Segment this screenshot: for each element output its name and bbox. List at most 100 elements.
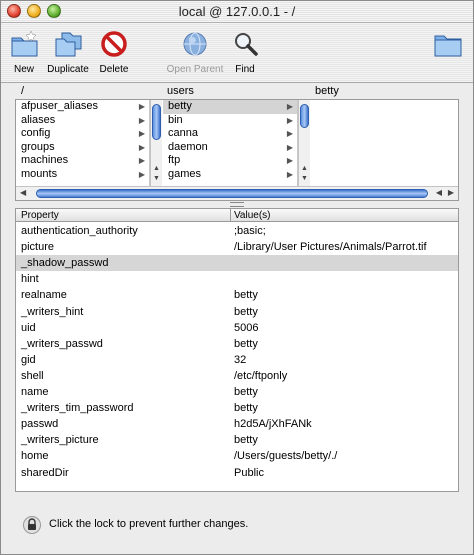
list-item-label: games	[168, 167, 202, 180]
table-row[interactable]: picture/Library/User Pictures/Animals/Pa…	[16, 239, 458, 255]
list-item-label: groups	[21, 140, 55, 153]
table-row[interactable]: realname betty	[16, 287, 458, 303]
property-value[interactable]: betty	[234, 336, 258, 352]
list-item[interactable]: daemon ▶	[163, 141, 297, 155]
find-button[interactable]: Find	[230, 29, 260, 75]
delete-button[interactable]: Delete	[97, 29, 131, 75]
table-row[interactable]: hint	[16, 271, 458, 287]
disclosure-arrow-icon: ▶	[138, 115, 145, 125]
column-header-values[interactable]: Value(s)	[234, 210, 271, 221]
scroll-thumb[interactable]	[300, 104, 309, 128]
property-value[interactable]: /Library/User Pictures/Animals/Parrot.ti…	[234, 239, 427, 255]
browser-header-betty: betty	[315, 85, 339, 97]
list-item[interactable]: canna ▶	[163, 127, 297, 141]
table-row[interactable]: _writers_passwd betty	[16, 336, 458, 352]
table-row[interactable]: uid 5006	[16, 320, 458, 336]
table-row[interactable]: home/Users/guests/betty/./	[16, 448, 458, 464]
property-name: authentication_authority	[21, 225, 138, 237]
list-item[interactable]: machines ▶	[16, 154, 149, 168]
property-name: name	[21, 386, 49, 398]
list-item-label: ftp	[168, 154, 181, 167]
globe-icon	[183, 32, 207, 56]
browser-path-header: / users betty	[15, 84, 459, 99]
scroll-thumb[interactable]	[152, 104, 161, 140]
open-parent-button[interactable]: Open Parent	[165, 29, 225, 75]
title-bar[interactable]: local @ 127.0.0.1 - /	[1, 1, 473, 23]
table-row[interactable]: shell/etc/ftponly	[16, 368, 458, 384]
column-divider[interactable]	[230, 209, 231, 222]
table-row[interactable]: _writers_picture betty	[16, 432, 458, 448]
directory-browser[interactable]: afpuser_aliases ▶ aliases ▶ config ▶ groups…	[15, 99, 459, 201]
find-label: Find	[235, 64, 255, 75]
list-item[interactable]: betty ▶	[163, 100, 297, 114]
table-row[interactable]: _writers_tim_password betty	[16, 400, 458, 416]
new-folder-icon	[11, 30, 38, 57]
scroll-down-icon[interactable]: ▼	[151, 175, 162, 185]
table-row[interactable]: _shadow_passwd	[16, 255, 458, 272]
scroll-left-icon[interactable]: ◀	[436, 188, 442, 197]
list-item-label: betty	[168, 100, 192, 112]
splitter-grip-icon	[230, 202, 244, 207]
list-item[interactable]: afpuser_aliases ▶	[16, 100, 149, 114]
list-item[interactable]: groups ▶	[16, 141, 149, 155]
list-item[interactable]: ftp ▶	[163, 154, 297, 168]
list-item[interactable]: games ▶	[163, 168, 297, 182]
list-item[interactable]: config ▶	[16, 127, 149, 141]
scroll-down-icon[interactable]: ▼	[299, 175, 310, 185]
directory-window: local @ 127.0.0.1 - / New Duplicate Dele…	[0, 0, 474, 555]
browser-column-users-scrollbar[interactable]: ▲ ▼	[298, 100, 310, 186]
property-name: sharedDir	[21, 466, 69, 479]
list-item[interactable]: bin ▶	[163, 114, 297, 128]
table-row[interactable]: _writers_hint betty	[16, 304, 458, 320]
property-value[interactable]: 5006	[234, 320, 258, 336]
duplicate-label: Duplicate	[47, 64, 89, 75]
list-item-label: aliases	[21, 113, 56, 126]
property-value[interactable]: Public	[234, 465, 264, 481]
table-row[interactable]: gid 32	[16, 352, 458, 368]
browser-column-root-scrollbar[interactable]: ▲ ▼	[150, 100, 162, 186]
property-table[interactable]: Property Value(s) authentication_authori…	[15, 208, 459, 492]
open-parent-label: Open Parent	[166, 64, 224, 75]
scroll-thumb[interactable]	[36, 189, 428, 198]
table-row[interactable]: passwd h2d5A/jXhFANk	[16, 416, 458, 432]
property-value[interactable]: betty	[234, 304, 258, 320]
duplicate-button[interactable]: Duplicate	[44, 29, 92, 75]
property-value[interactable]: 32	[234, 352, 246, 368]
property-name: _writers_passwd	[21, 337, 103, 350]
table-row[interactable]: authentication_authority ;basic;	[16, 223, 458, 239]
list-item-label: config	[21, 127, 51, 140]
property-name: gid	[21, 353, 36, 366]
split-view-divider[interactable]	[15, 201, 459, 208]
property-value[interactable]: ;basic;	[234, 223, 266, 239]
folder-button[interactable]	[431, 29, 465, 59]
property-value[interactable]: /etc/ftponly	[234, 368, 287, 384]
scroll-right-icon[interactable]: ▶	[448, 188, 454, 197]
property-value[interactable]: h2d5A/jXhFANk	[234, 416, 312, 432]
table-row[interactable]: sharedDir Public	[16, 465, 458, 481]
property-value[interactable]: betty	[234, 287, 258, 303]
scroll-up-icon[interactable]: ▲	[299, 165, 310, 175]
disclosure-arrow-icon: ▶	[138, 169, 145, 179]
list-item-label: daemon	[168, 140, 208, 153]
property-value[interactable]: /Users/guests/betty/./	[234, 448, 337, 464]
scroll-up-icon[interactable]: ▲	[151, 165, 162, 175]
column-header-property[interactable]: Property	[21, 210, 59, 221]
window-title: local @ 127.0.0.1 - /	[178, 4, 296, 19]
list-item[interactable]: mounts ▶	[16, 168, 149, 182]
scroll-left-icon[interactable]: ◀	[20, 188, 26, 197]
browser-column-root[interactable]: afpuser_aliases ▶ aliases ▶ config ▶ groups…	[16, 100, 150, 186]
table-row[interactable]: name betty	[16, 384, 458, 400]
delete-icon	[101, 31, 127, 57]
property-value[interactable]: betty	[234, 384, 258, 400]
new-button[interactable]: New	[9, 29, 39, 75]
property-value[interactable]: betty	[234, 432, 258, 448]
lock-icon[interactable]	[23, 516, 41, 534]
list-item-label: canna	[168, 127, 198, 140]
property-value[interactable]: betty	[234, 400, 258, 416]
browser-column-betty[interactable]	[311, 100, 458, 186]
disclosure-arrow-icon: ▶	[286, 102, 293, 111]
browser-horizontal-scrollbar[interactable]: ◀ ◀ ▶	[16, 186, 458, 200]
list-item[interactable]: aliases ▶	[16, 114, 149, 128]
list-item-label: afpuser_aliases	[21, 100, 99, 112]
browser-column-users[interactable]: betty ▶ bin ▶ canna ▶ daemon ▶ ftp ▶ games ▶	[163, 100, 298, 186]
